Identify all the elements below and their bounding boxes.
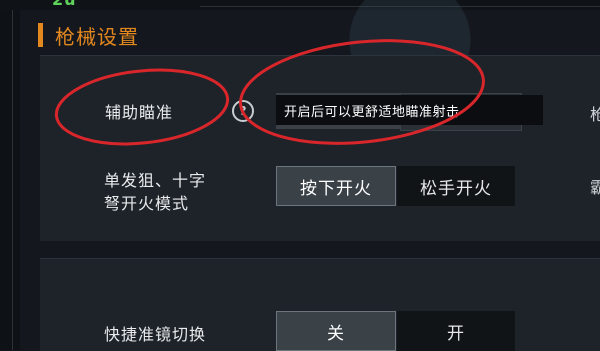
scope-switch-off-button[interactable]: 关 <box>276 311 396 351</box>
fire-mode-label-line2: 弩开火模式 <box>104 194 190 213</box>
scope-switch-on-button[interactable]: 开 <box>397 311 515 351</box>
right-edge-label-2: 霸 <box>590 178 600 197</box>
section-header: 枪械设置 <box>38 22 139 49</box>
right-edge-label-1: 枪 <box>590 105 600 124</box>
fire-on-press-button[interactable]: 按下开火 <box>276 166 396 206</box>
left-edge-line <box>12 0 13 350</box>
scope-switch-label: 快捷准镜切换 <box>104 325 207 344</box>
fire-mode-label-line1: 单发狙、十字 <box>104 171 207 190</box>
aim-assist-tooltip: 开启后可以更舒适地瞄准射击 <box>276 95 543 125</box>
left-edge-strip <box>0 0 20 350</box>
aim-assist-label: 辅助瞄准 <box>105 103 174 122</box>
fire-on-release-button[interactable]: 松手开火 <box>397 166 515 206</box>
section-title: 枪械设置 <box>55 24 139 49</box>
section-accent-bar <box>38 23 43 47</box>
question-circle-icon[interactable]: ? <box>232 100 254 122</box>
top-indicator: 2u <box>52 0 77 9</box>
